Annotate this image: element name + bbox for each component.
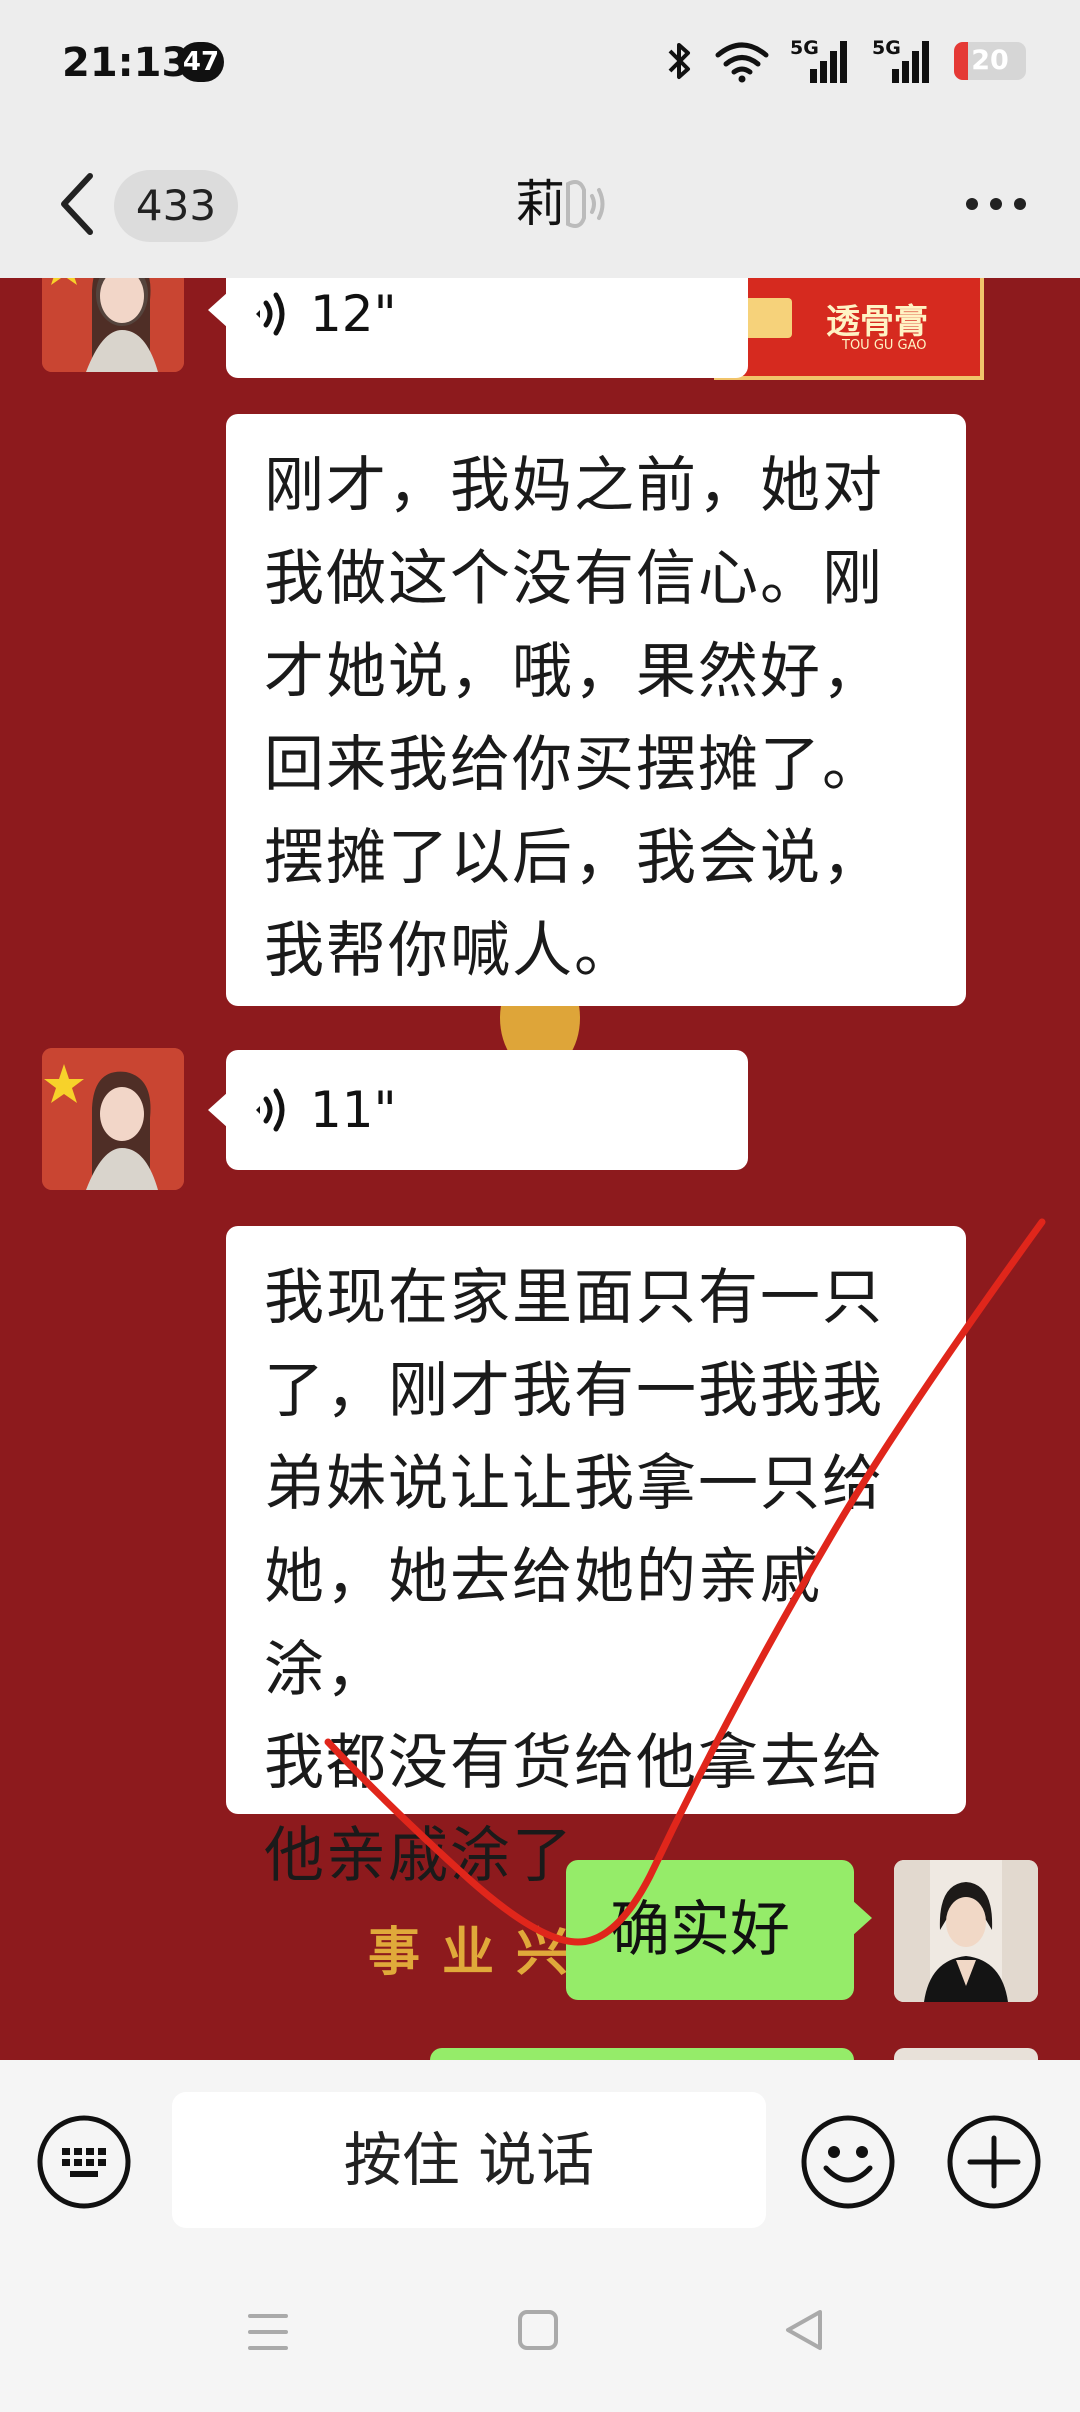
unread-count[interactable]: 433	[114, 170, 238, 242]
keyboard-icon	[37, 2115, 131, 2209]
plus-icon	[947, 2115, 1041, 2209]
red-check-annotation	[324, 1218, 1046, 1946]
keyboard-toggle-button[interactable]	[36, 2114, 132, 2210]
back-button[interactable]	[52, 166, 102, 242]
more-functions-button[interactable]	[946, 2114, 1042, 2210]
status-bar: 21:13 47 5G 5G 20	[0, 0, 1080, 130]
system-navigation-bar	[0, 2260, 1080, 2412]
signal-5g-1-icon: 5G	[790, 37, 852, 85]
status-time: 21:13	[62, 40, 190, 86]
chat-header: 433 莉	[0, 130, 1080, 278]
hold-to-talk-button[interactable]: 按住 说话	[172, 2092, 766, 2228]
battery-icon: 20	[954, 42, 1026, 80]
wifi-icon	[715, 42, 769, 83]
chevron-left-icon	[61, 173, 93, 235]
bluetooth-icon	[668, 43, 690, 79]
earpiece-mode-icon	[566, 180, 605, 228]
home-button[interactable]	[516, 2306, 560, 2354]
more-options-button[interactable]	[960, 176, 1032, 232]
more-dots-icon	[966, 198, 1026, 210]
input-bar: 按住 说话	[0, 2060, 1080, 2260]
emoji-button[interactable]	[800, 2114, 896, 2210]
back-nav-button[interactable]	[782, 2306, 826, 2354]
notification-count-badge: 47	[178, 42, 224, 82]
smiley-icon	[801, 2115, 895, 2209]
battery-level: 20	[971, 45, 1009, 76]
recent-apps-button[interactable]	[246, 2308, 290, 2356]
chat-title[interactable]: 莉	[515, 175, 565, 233]
chat-message-list[interactable]: 事业兴 透骨膏 TOU GU GAO 12" 刚才，我妈之前，她对 我做这个没有…	[0, 278, 1080, 2060]
signal-5g-2-icon: 5G	[872, 37, 934, 85]
status-icons: 5G 5G 20	[666, 36, 1026, 86]
